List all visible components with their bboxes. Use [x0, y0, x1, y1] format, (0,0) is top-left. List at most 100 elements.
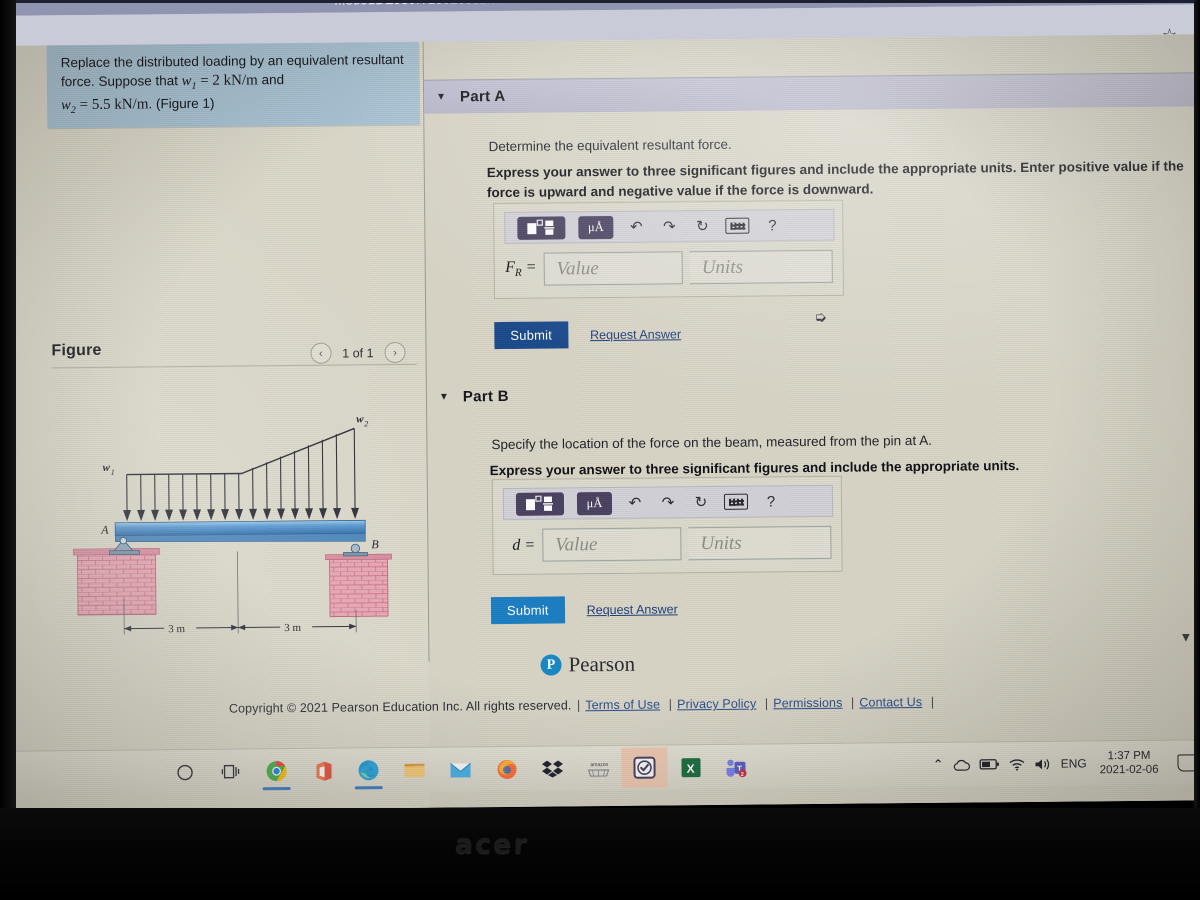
- edge-icon[interactable]: [345, 750, 391, 790]
- dropbox-icon[interactable]: [529, 748, 575, 788]
- part-b-question: Specify the location of the force on the…: [491, 432, 932, 453]
- math-template-icon[interactable]: [515, 491, 565, 516]
- w1-symbol: w: [181, 73, 192, 90]
- figure-panel-header: Figure ‹ 1 of 1 ›: [51, 339, 419, 364]
- redo-arrow-icon[interactable]: ↷: [658, 492, 678, 512]
- part-a-header[interactable]: ▼ Part A: [423, 72, 1200, 114]
- page-body: Replace the distributed loading by an eq…: [4, 34, 1200, 812]
- right-panel: ▼ Part A Determine the equivalent result…: [423, 34, 1200, 807]
- keyboard-icon[interactable]: [725, 217, 750, 234]
- teams-icon[interactable]: T 2: [713, 747, 759, 787]
- terms-of-use-link[interactable]: Terms of Use: [585, 697, 660, 712]
- svg-text:w: w: [103, 462, 111, 474]
- clock-time: 1:37 PM: [1107, 749, 1151, 762]
- help-button[interactable]: ?: [762, 215, 782, 235]
- svg-text:1: 1: [111, 468, 115, 477]
- keyboard-icon[interactable]: [723, 493, 749, 510]
- clock-date: 2021-02-06: [1099, 763, 1159, 777]
- part-a-variable-label: FR =: [505, 259, 537, 280]
- redo-arrow-icon[interactable]: ↷: [659, 216, 679, 236]
- part-b-submit-button[interactable]: Submit: [490, 596, 565, 625]
- svg-text:A: A: [100, 523, 109, 537]
- beam-figure[interactable]: w 1 w 2 A B 3 m 3 m: [66, 400, 418, 653]
- part-a-answer-box[interactable]: μÅ ↶ ↷ ↻ ? FR = Value Units: [493, 199, 845, 300]
- part-b-collapse-caret[interactable]: ▼: [439, 391, 449, 402]
- svg-text:3 m: 3 m: [284, 622, 301, 634]
- svg-text:2: 2: [741, 771, 744, 777]
- checkmark-app-icon[interactable]: [621, 747, 668, 788]
- part-b-actions: Submit Request Answer: [490, 595, 678, 625]
- file-explorer-icon[interactable]: [391, 750, 437, 790]
- part-a-units-input[interactable]: Units: [689, 249, 833, 285]
- part-b-variable-label: d =: [512, 536, 536, 554]
- permissions-link[interactable]: Permissions: [773, 696, 842, 711]
- figure-reference: . (Figure 1): [148, 95, 215, 112]
- reset-circle-icon[interactable]: ↻: [691, 492, 711, 512]
- part-a-actions: Submit Request Answer: [494, 320, 681, 350]
- part-b-units-input[interactable]: Units: [688, 525, 832, 561]
- privacy-policy-link[interactable]: Privacy Policy: [677, 697, 756, 712]
- part-a-math-toolbar[interactable]: μÅ ↶ ↷ ↻ ?: [504, 208, 835, 244]
- part-a-value-input[interactable]: Value: [543, 251, 683, 286]
- undo-arrow-icon[interactable]: ↶: [626, 217, 646, 237]
- monitor-bezel-bottom: acer: [0, 808, 1200, 900]
- taskbar-items: amazon X T 2: [161, 747, 759, 793]
- w1-unit: kN/m: [223, 72, 258, 89]
- help-button[interactable]: ?: [761, 491, 781, 511]
- bezel-right: [1194, 0, 1200, 815]
- part-a-label: Part A: [459, 87, 506, 106]
- speaker-icon[interactable]: [1035, 757, 1052, 770]
- chrome-icon[interactable]: [253, 751, 299, 791]
- pearson-wordmark: Pearson: [568, 651, 636, 677]
- onedrive-cloud-icon[interactable]: [953, 758, 971, 771]
- firefox-icon[interactable]: [483, 749, 529, 789]
- chevron-up-icon[interactable]: ⌃: [933, 757, 944, 773]
- mail-icon[interactable]: [437, 749, 483, 789]
- part-b-header[interactable]: ▼ Part B: [427, 372, 1200, 413]
- pearson-logo: P Pearson: [540, 652, 635, 678]
- units-mu-angstrom-icon[interactable]: μÅ: [578, 215, 614, 239]
- system-tray: ⌃ ENG 1:37 PM 2021-02-06: [933, 740, 1200, 787]
- svg-text:3 m: 3 m: [168, 623, 185, 635]
- battery-icon[interactable]: [979, 758, 1000, 770]
- office-icon[interactable]: [299, 751, 345, 791]
- undo-arrow-icon[interactable]: ↶: [625, 493, 645, 513]
- part-a-submit-button[interactable]: Submit: [494, 321, 569, 350]
- scroll-down-arrow[interactable]: ▼: [1179, 629, 1192, 644]
- reset-circle-icon[interactable]: ↻: [692, 216, 712, 236]
- clock[interactable]: 1:37 PM 2021-02-06: [1100, 748, 1159, 777]
- math-template-icon[interactable]: [517, 215, 566, 240]
- part-a-answer-row: FR = Value Units: [505, 249, 833, 286]
- w1-value: = 2: [196, 72, 224, 90]
- figure-next-button[interactable]: ›: [384, 341, 406, 364]
- figure-page-label: 1 of 1: [342, 345, 374, 361]
- part-b-answer-box[interactable]: μÅ ↶ ↷ ↻ ? d = Value Units: [491, 475, 843, 576]
- units-mu-angstrom-icon[interactable]: μÅ: [576, 491, 613, 515]
- svg-text:w: w: [356, 413, 364, 425]
- language-indicator[interactable]: ENG: [1061, 756, 1087, 770]
- contact-us-link[interactable]: Contact Us: [859, 695, 922, 710]
- acer-brand-logo: acer: [454, 829, 530, 860]
- figure-divider: [51, 363, 417, 369]
- part-a-request-answer-link[interactable]: Request Answer: [590, 327, 681, 342]
- task-view-icon[interactable]: [207, 751, 253, 791]
- part-b-value-input[interactable]: Value: [542, 527, 682, 562]
- problem-text-2: and: [257, 72, 285, 88]
- w2-value: = 5.5: [75, 96, 115, 114]
- left-panel: Replace the distributed loading by an eq…: [4, 41, 430, 812]
- figure-title: Figure: [51, 341, 102, 360]
- bezel-left: [0, 0, 16, 815]
- problem-statement: Replace the distributed loading by an eq…: [46, 41, 420, 129]
- cortana-search-icon[interactable]: [161, 752, 207, 792]
- part-b-request-answer-link[interactable]: Request Answer: [587, 602, 678, 617]
- part-b-math-toolbar[interactable]: μÅ ↶ ↷ ↻ ?: [502, 484, 834, 520]
- excel-icon[interactable]: X: [667, 747, 713, 787]
- part-a-collapse-caret[interactable]: ▼: [436, 92, 446, 103]
- svg-text:2: 2: [364, 419, 368, 428]
- w2-symbol: w: [61, 97, 71, 114]
- svg-text:X: X: [686, 761, 694, 775]
- figure-prev-button[interactable]: ‹: [310, 342, 332, 364]
- part-b-answer-row: d = Value Units: [503, 525, 832, 562]
- amazon-icon[interactable]: amazon: [575, 748, 621, 788]
- wifi-icon[interactable]: [1009, 757, 1026, 771]
